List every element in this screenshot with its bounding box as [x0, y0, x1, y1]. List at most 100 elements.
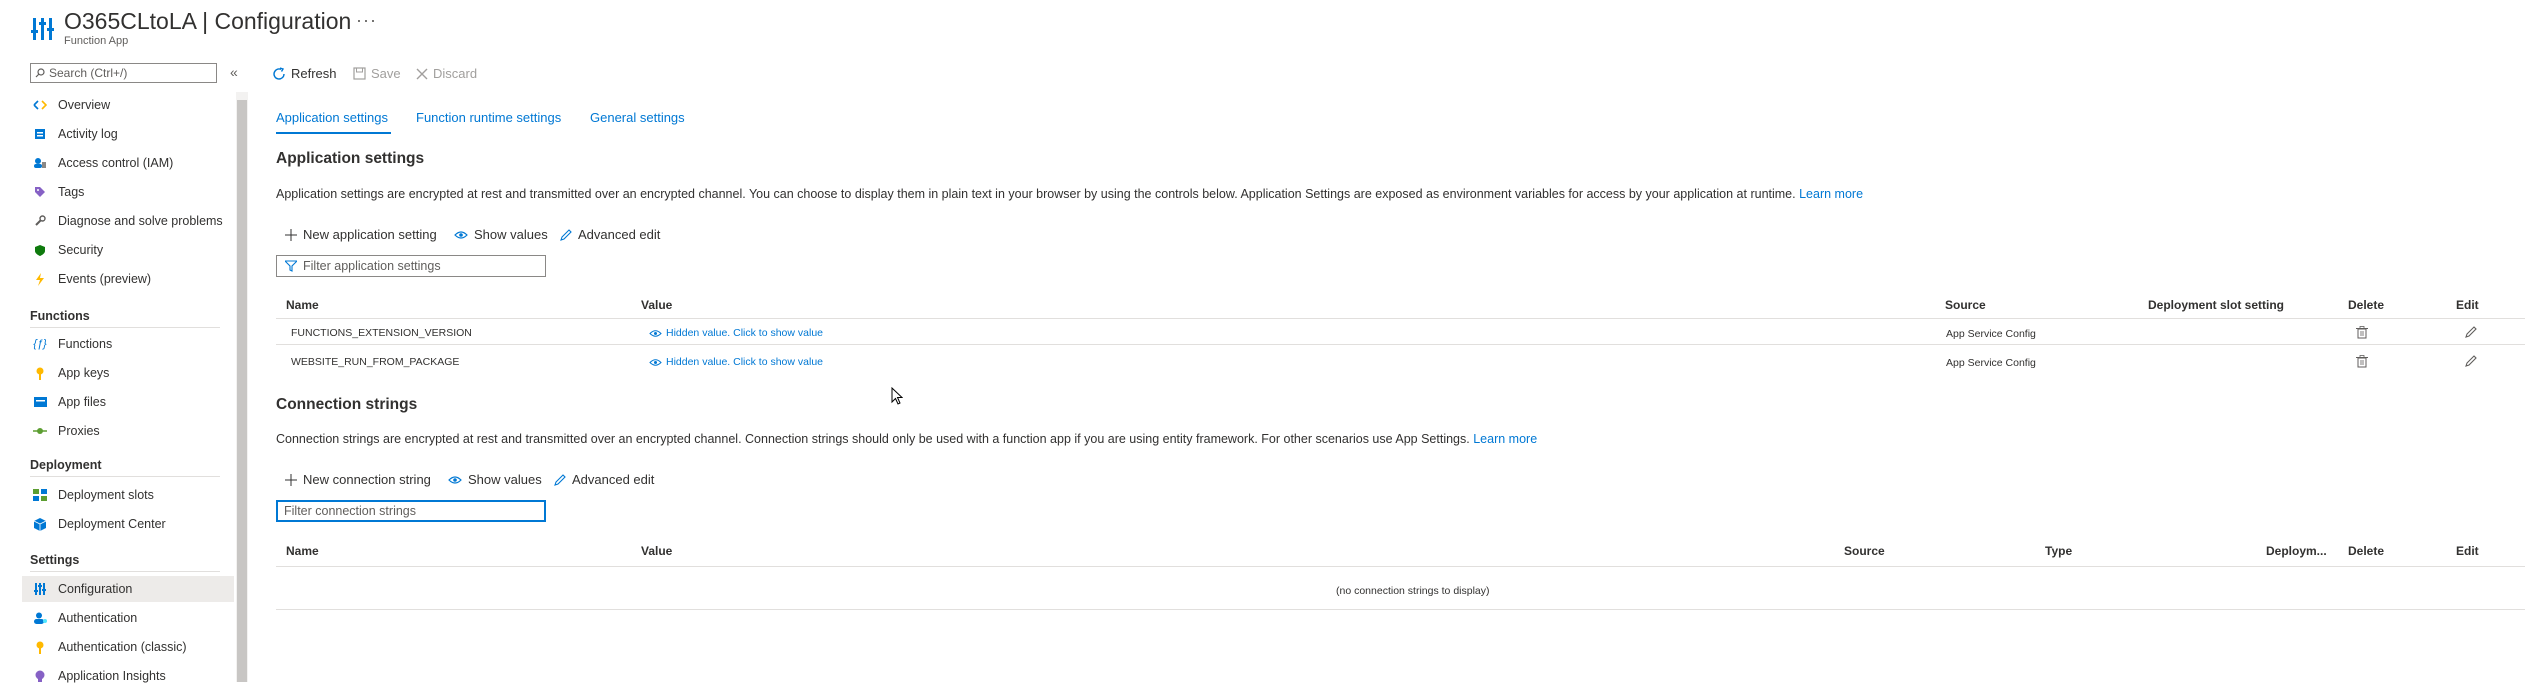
sidebar-item-label: Overview — [58, 98, 111, 112]
app-settings-show-values-button[interactable]: Show values — [454, 227, 548, 242]
connection-strings-show-values-button[interactable]: Show values — [448, 472, 542, 487]
app-files-icon — [30, 397, 50, 407]
sidebar-item-label: Events (preview) — [58, 272, 152, 286]
sidebar-item-activity-log[interactable]: Activity log — [30, 121, 234, 147]
edit-icon[interactable] — [2465, 355, 2477, 367]
collapse-sidebar-button[interactable]: « — [230, 64, 238, 80]
sidebar-item-label: App keys — [58, 366, 110, 380]
configuration-logo-icon — [31, 18, 54, 40]
sidebar-scrollbar-thumb[interactable] — [237, 100, 247, 682]
wrench-icon — [30, 215, 50, 227]
new-connection-string-label: New connection string — [303, 472, 431, 487]
column-header-source[interactable]: Source — [1844, 544, 1885, 558]
filter-placeholder: Filter connection strings — [284, 504, 417, 518]
new-application-setting-button[interactable]: New application setting — [285, 227, 437, 242]
delete-icon[interactable] — [2356, 355, 2368, 368]
new-application-setting-label: New application setting — [303, 227, 437, 242]
sliders-icon — [30, 583, 50, 595]
shield-icon — [30, 244, 50, 257]
tab-function-runtime-settings[interactable]: Function runtime settings — [416, 110, 561, 125]
setting-source: App Service Config — [1946, 357, 2036, 369]
section-title-deployment: Deployment — [30, 458, 102, 472]
slots-icon — [30, 489, 50, 501]
new-connection-string-button[interactable]: New connection string — [285, 472, 431, 487]
app-settings-description-text: Application settings are encrypted at re… — [276, 187, 1796, 201]
filter-connection-strings-input[interactable]: Filter connection strings — [276, 500, 546, 522]
column-header-name[interactable]: Name — [286, 298, 319, 312]
sidebar-item-security[interactable]: Security — [30, 237, 234, 263]
column-header-value[interactable]: Value — [641, 544, 672, 558]
edit-icon[interactable] — [2465, 326, 2477, 338]
setting-name: FUNCTIONS_EXTENSION_VERSION — [291, 327, 472, 339]
sidebar-item-label: Security — [58, 243, 104, 257]
app-settings-learn-more-link[interactable]: Learn more — [1799, 187, 1863, 201]
sidebar-item-label: Deployment Center — [58, 517, 166, 531]
sidebar-item-functions[interactable]: {ƒ} Functions — [30, 331, 234, 357]
eye-icon — [649, 329, 662, 337]
page-title: O365CLtoLA | Configuration — [64, 8, 352, 34]
cube-icon — [30, 517, 50, 531]
more-options-button[interactable]: ··· — [356, 10, 377, 31]
sidebar-item-tags[interactable]: Tags — [30, 179, 234, 205]
connection-strings-description-text: Connection strings are encrypted at rest… — [276, 432, 1470, 446]
sidebar-item-diagnose[interactable]: Diagnose and solve problems — [30, 208, 234, 234]
save-icon — [353, 67, 366, 80]
sidebar-item-label: Application Insights — [58, 669, 166, 683]
connection-strings-advanced-edit-button[interactable]: Advanced edit — [554, 472, 654, 487]
app-settings-heading: Application settings — [276, 150, 425, 167]
hidden-value-text: Hidden value. Click to show value — [666, 327, 823, 339]
column-header-deployment-slot[interactable]: Deploym... — [2266, 544, 2327, 558]
sidebar-item-label: Activity log — [58, 127, 118, 141]
active-tab-indicator — [276, 132, 391, 134]
eye-icon — [448, 475, 462, 484]
discard-button[interactable]: Discard — [416, 66, 477, 81]
sidebar-item-label: Authentication (classic) — [58, 640, 187, 654]
sidebar-item-label: Access control (IAM) — [58, 156, 174, 170]
connection-strings-learn-more-link[interactable]: Learn more — [1473, 432, 1537, 446]
delete-icon[interactable] — [2356, 326, 2368, 339]
sidebar-item-app-files[interactable]: App files — [30, 389, 234, 415]
section-divider — [30, 571, 220, 572]
sidebar-item-app-keys[interactable]: App keys — [30, 360, 234, 386]
hidden-value-link[interactable]: Hidden value. Click to show value — [649, 356, 823, 368]
search-icon — [35, 68, 45, 78]
app-settings-advanced-edit-button[interactable]: Advanced edit — [560, 227, 660, 242]
table-header-divider — [276, 318, 2525, 319]
sidebar-search-input[interactable]: Search (Ctrl+/) — [30, 63, 217, 83]
row-divider — [276, 344, 2525, 345]
refresh-icon — [273, 66, 285, 80]
save-button[interactable]: Save — [353, 66, 401, 81]
sidebar-item-events[interactable]: Events (preview) — [30, 266, 234, 292]
column-header-source[interactable]: Source — [1945, 298, 1986, 312]
column-header-edit: Edit — [2456, 544, 2479, 558]
column-header-value[interactable]: Value — [641, 298, 672, 312]
sidebar-item-deployment-slots[interactable]: Deployment slots — [30, 482, 234, 508]
sidebar-item-application-insights[interactable]: Application Insights — [30, 663, 234, 689]
column-header-type[interactable]: Type — [2045, 544, 2072, 558]
column-header-deployment-slot-setting[interactable]: Deployment slot setting — [2148, 298, 2284, 312]
table-header-divider — [276, 566, 2525, 567]
connection-strings-description: Connection strings are encrypted at rest… — [276, 432, 1537, 446]
column-header-name[interactable]: Name — [286, 544, 319, 558]
sidebar-item-authentication[interactable]: Authentication — [30, 605, 234, 631]
sidebar-item-proxies[interactable]: Proxies — [30, 418, 234, 444]
tab-general-settings[interactable]: General settings — [590, 110, 685, 125]
function-icon: {ƒ} — [33, 338, 47, 350]
section-title-settings: Settings — [30, 553, 80, 567]
resource-type-label: Function App — [64, 35, 129, 47]
setting-name: WEBSITE_RUN_FROM_PACKAGE — [291, 356, 460, 368]
eye-icon — [649, 358, 662, 366]
sidebar-item-access-control[interactable]: Access control (IAM) — [30, 150, 234, 176]
sidebar-item-authentication-classic[interactable]: Authentication (classic) — [30, 634, 234, 660]
tab-application-settings[interactable]: Application settings — [276, 110, 388, 125]
sidebar-item-configuration[interactable]: Configuration — [22, 576, 234, 602]
sidebar-item-overview[interactable]: Overview — [30, 92, 234, 118]
refresh-button[interactable]: Refresh — [272, 66, 337, 81]
tag-icon — [30, 186, 50, 198]
hidden-value-link[interactable]: Hidden value. Click to show value — [649, 327, 823, 339]
connection-strings-heading: Connection strings — [276, 396, 418, 413]
sidebar-item-deployment-center[interactable]: Deployment Center — [30, 511, 234, 537]
filter-application-settings-input[interactable]: Filter application settings — [276, 255, 546, 277]
row-divider — [276, 609, 2525, 610]
filter-icon — [285, 260, 297, 272]
